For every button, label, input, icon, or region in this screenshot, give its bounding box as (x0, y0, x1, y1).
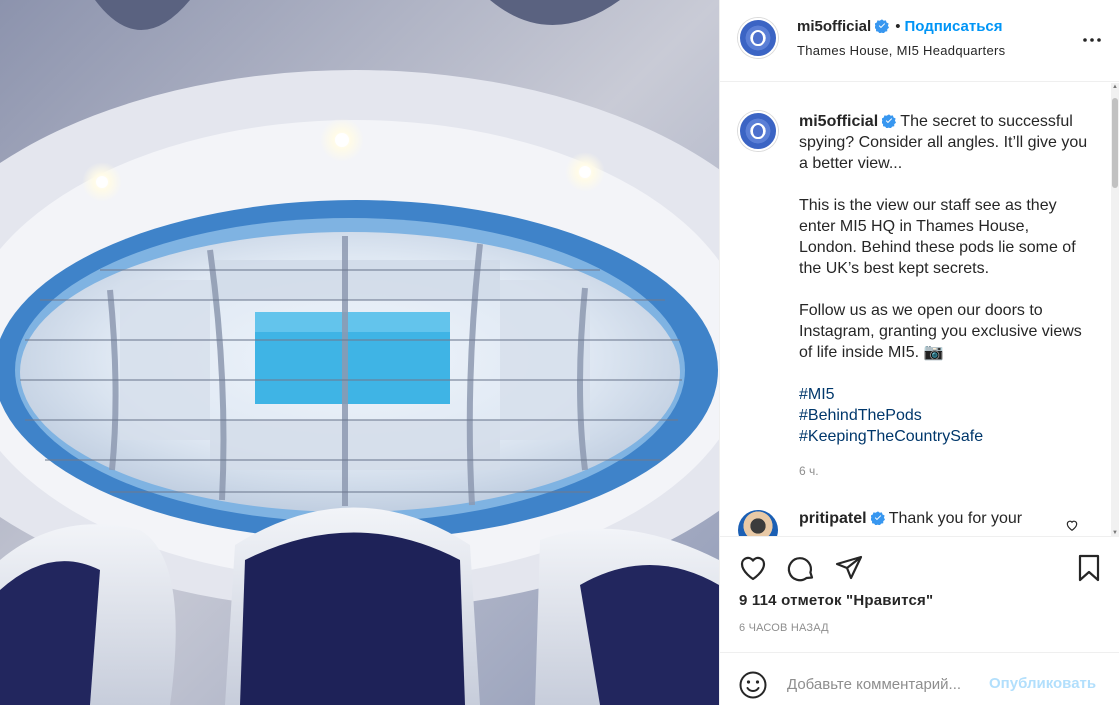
smiley-icon[interactable] (738, 670, 768, 700)
add-comment-bar: Опубликовать (720, 652, 1119, 705)
scroll-up-arrow-icon[interactable]: ▲ (1111, 83, 1119, 91)
comment-heart-icon[interactable] (1065, 518, 1079, 532)
heart-icon[interactable] (737, 552, 769, 584)
post-caption: mi5official The secret to successful spy… (799, 111, 1089, 447)
post-header: mi5official • Подписаться Thames House, MI… (720, 0, 1119, 82)
commenter-username[interactable]: pritipatel (799, 510, 867, 527)
hashtag-link[interactable]: #MI5 (799, 384, 1089, 405)
caption-username[interactable]: mi5official (799, 113, 878, 130)
follow-button[interactable]: Подписаться (904, 18, 1002, 35)
author-username[interactable]: mi5official (797, 18, 871, 35)
post-timestamp[interactable]: 6 ЧАСОВ НАЗАД (739, 622, 829, 634)
scroll-down-arrow-icon[interactable]: ▼ (1111, 529, 1119, 537)
comment-input[interactable] (787, 670, 987, 698)
scrollbar-thumb[interactable] (1112, 98, 1118, 188)
bookmark-icon[interactable] (1073, 552, 1105, 584)
comments-scrollbar[interactable]: ▲ ▼ (1111, 83, 1119, 537)
caption-hashtags: #MI5 #BehindThePods #KeepingTheCountrySa… (799, 384, 1089, 447)
comment-text: Thank you for your (888, 510, 1023, 527)
author-row: mi5official • Подписаться (797, 18, 1003, 35)
verified-badge-icon (882, 114, 897, 128)
caption-paragraph-1: mi5official The secret to successful spy… (799, 111, 1089, 174)
commenter-avatar[interactable] (738, 510, 778, 536)
likes-count[interactable]: 9 114 отметок "Нравится" (739, 592, 933, 609)
separator-dot: • (895, 18, 901, 35)
comment-bubble-icon[interactable] (785, 552, 817, 584)
comment-item: pritipatel Thank you for your (799, 508, 1069, 529)
post-photo[interactable] (0, 0, 719, 705)
publish-button[interactable]: Опубликовать (989, 675, 1096, 692)
hashtag-link[interactable]: #KeepingTheCountrySafe (799, 426, 1089, 447)
verified-badge-icon (875, 19, 890, 33)
post-side-panel: mi5official • Подписаться Thames House, MI… (719, 0, 1119, 705)
author-avatar[interactable] (738, 18, 778, 58)
caption-timestamp[interactable]: 6 ч. (799, 464, 819, 478)
comments-scroll-area[interactable]: mi5official The secret to successful spy… (720, 83, 1119, 537)
post-location[interactable]: Thames House, MI5 Headquarters (797, 43, 1005, 58)
caption-paragraph-3: Follow us as we open our doors to Instag… (799, 302, 1082, 361)
caption-author-avatar[interactable] (738, 111, 778, 151)
more-horizontal-icon[interactable] (1080, 28, 1104, 52)
caption-paragraph-2: This is the view our staff see as they e… (799, 197, 1076, 277)
verified-badge-icon (870, 511, 885, 525)
hashtag-link[interactable]: #BehindThePods (799, 405, 1089, 426)
paper-plane-icon[interactable] (833, 552, 865, 584)
atrium-ceiling-image (0, 0, 719, 705)
post-actions: 9 114 отметок "Нравится" 6 ЧАСОВ НАЗАД (720, 538, 1119, 648)
